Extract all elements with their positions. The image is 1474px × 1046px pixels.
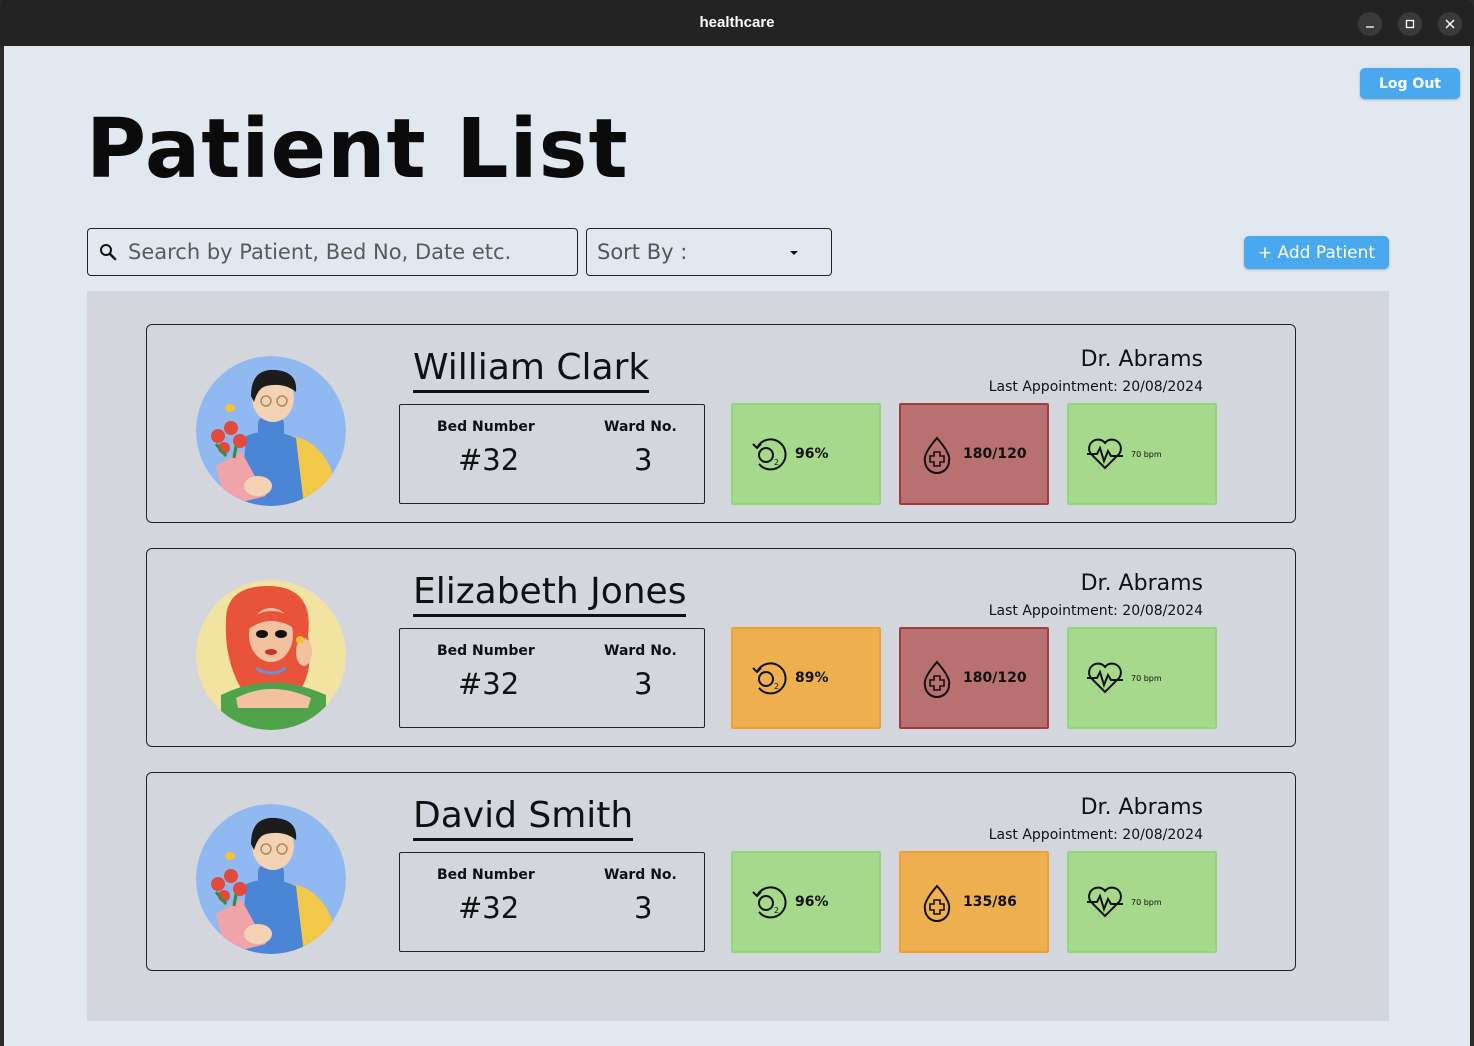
close-button[interactable] [1438, 12, 1462, 36]
svg-text:2: 2 [774, 682, 779, 691]
last-appointment: Last Appointment: 20/08/2024 [988, 827, 1203, 843]
heart-rate-vital: 70 bpm [1067, 627, 1217, 729]
minimize-icon [1366, 26, 1374, 28]
bed-number-value: #32 [458, 443, 520, 477]
man-with-flowers-avatar-icon [196, 804, 346, 954]
search-input[interactable] [128, 240, 568, 264]
chevron-down-icon [790, 251, 798, 255]
doctor-name: Dr. Abrams [1080, 571, 1203, 596]
doctor-name: Dr. Abrams [1080, 795, 1203, 820]
last-appointment: Last Appointment: 20/08/2024 [988, 379, 1203, 395]
bed-number-value: #32 [458, 891, 520, 925]
close-icon [1445, 19, 1455, 29]
blood-pressure-value: 180/120 [963, 446, 1027, 462]
search-icon [100, 244, 117, 261]
patient-name: David Smith [413, 794, 634, 841]
sort-dropdown[interactable]: Sort By : [586, 228, 832, 276]
last-appointment: Last Appointment: 20/08/2024 [988, 603, 1203, 619]
patient-list: William Clark Dr. Abrams Last Appointmen… [87, 291, 1389, 1021]
oxygen-value: 96% [795, 894, 829, 910]
ward-number-label: Ward No. [604, 867, 677, 883]
blood-drop-icon [923, 436, 951, 474]
search-box[interactable] [87, 228, 578, 276]
heart-rate-value: 70 bpm [1131, 673, 1162, 683]
patient-card[interactable]: William Clark Dr. Abrams Last Appointmen… [146, 324, 1296, 523]
blood-pressure-vital: 180/120 [899, 627, 1049, 729]
ward-number-label: Ward No. [604, 643, 677, 659]
oxygen-icon: 2 [752, 662, 787, 695]
add-patient-button[interactable]: + Add Patient [1244, 236, 1389, 269]
oxygen-vital: 2 96% [731, 403, 881, 505]
window-titlebar: healthcare [0, 0, 1474, 46]
blood-pressure-value: 180/120 [963, 670, 1027, 686]
oxygen-vital: 2 89% [731, 627, 881, 729]
sort-label: Sort By : [597, 240, 688, 264]
heart-rate-vital: 70 bpm [1067, 403, 1217, 505]
blood-drop-icon [923, 884, 951, 922]
bed-number-value: #32 [458, 667, 520, 701]
patient-card[interactable]: David Smith Dr. Abrams Last Appointment:… [146, 772, 1296, 971]
patient-avatar [196, 580, 346, 730]
heart-rate-value: 70 bpm [1131, 897, 1162, 907]
maximize-icon [1405, 19, 1415, 29]
oxygen-value: 89% [795, 670, 829, 686]
oxygen-value: 96% [795, 446, 829, 462]
bed-ward-box: Bed Number #32 Ward No. 3 [399, 852, 705, 952]
ward-number-value: 3 [634, 667, 653, 701]
blood-pressure-value: 135/86 [963, 894, 1017, 910]
blood-drop-icon [923, 660, 951, 698]
patient-name: William Clark [413, 346, 650, 393]
window-title: healthcare [699, 14, 775, 31]
patient-name: Elizabeth Jones [413, 570, 687, 617]
ward-number-label: Ward No. [604, 419, 677, 435]
patient-card[interactable]: Elizabeth Jones Dr. Abrams Last Appointm… [146, 548, 1296, 747]
logout-button[interactable]: Log Out [1360, 68, 1460, 99]
page-title: Patient List [86, 102, 629, 197]
heartbeat-icon [1087, 438, 1123, 470]
patient-avatar [196, 804, 346, 954]
heart-rate-value: 70 bpm [1131, 449, 1162, 459]
svg-text:2: 2 [774, 458, 779, 467]
oxygen-icon: 2 [752, 438, 787, 471]
doctor-name: Dr. Abrams [1080, 347, 1203, 372]
blood-pressure-vital: 135/86 [899, 851, 1049, 953]
minimize-button[interactable] [1358, 12, 1382, 36]
bed-number-label: Bed Number [437, 643, 535, 659]
bed-ward-box: Bed Number #32 Ward No. 3 [399, 404, 705, 504]
app-content: Log Out Patient List Sort By : + Add Pat… [4, 46, 1470, 1046]
heartbeat-icon [1087, 886, 1123, 918]
patient-avatar [196, 356, 346, 506]
bed-number-label: Bed Number [437, 867, 535, 883]
ward-number-value: 3 [634, 443, 653, 477]
maximize-button[interactable] [1398, 12, 1422, 36]
ward-number-value: 3 [634, 891, 653, 925]
bed-number-label: Bed Number [437, 419, 535, 435]
heartbeat-icon [1087, 662, 1123, 694]
oxygen-vital: 2 96% [731, 851, 881, 953]
svg-text:2: 2 [774, 906, 779, 915]
bed-ward-box: Bed Number #32 Ward No. 3 [399, 628, 705, 728]
oxygen-icon: 2 [752, 886, 787, 919]
red-hair-woman-avatar-icon [196, 580, 346, 730]
heart-rate-vital: 70 bpm [1067, 851, 1217, 953]
man-with-flowers-avatar-icon [196, 356, 346, 506]
blood-pressure-vital: 180/120 [899, 403, 1049, 505]
